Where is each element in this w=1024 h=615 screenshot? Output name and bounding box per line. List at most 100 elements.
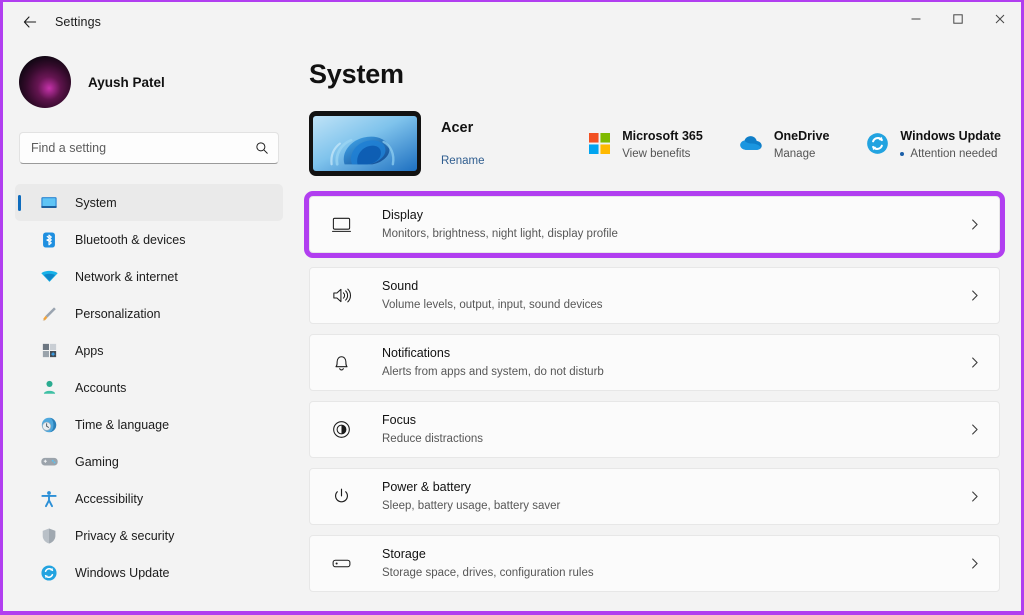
speaker-icon (327, 282, 355, 310)
chevron-right-icon (968, 356, 981, 369)
sidebar-item-network-internet[interactable]: Network & internet (15, 258, 283, 295)
close-icon (995, 14, 1005, 24)
chevron-right-icon (968, 490, 981, 503)
settings-row-power-battery[interactable]: Power & battery Sleep, battery usage, ba… (309, 468, 1000, 525)
settings-row-subtitle: Monitors, brightness, night light, displ… (382, 227, 618, 240)
search-box[interactable] (19, 132, 279, 164)
windows-bloom-wallpaper (313, 115, 417, 171)
chevron-right-icon (968, 423, 981, 436)
avatar (19, 56, 71, 108)
sidebar-item-gaming[interactable]: Gaming (15, 443, 283, 480)
settings-row-subtitle: Volume levels, output, input, sound devi… (382, 298, 603, 311)
sidebar-item-label: Gaming (75, 454, 119, 469)
onedrive-cloud-icon (739, 131, 763, 155)
service-text: Microsoft 365 View benefits (622, 127, 703, 160)
settings-row-title: Notifications (382, 346, 451, 360)
sidebar-item-label: Accessibility (75, 491, 144, 506)
settings-row-title: Sound (382, 279, 419, 293)
sidebar-item-label: Apps (75, 343, 104, 358)
bell-icon (327, 349, 355, 377)
sidebar-item-label: Personalization (75, 306, 161, 321)
storage-drive-icon (327, 550, 355, 578)
service-subtitle: Attention needed (900, 148, 1001, 160)
settings-row-text: Display Monitors, brightness, night ligh… (382, 208, 618, 241)
shield-icon (39, 526, 59, 546)
service-windows-update[interactable]: Windows Update Attention needed (865, 127, 1001, 160)
sidebar-item-windows-update[interactable]: Windows Update (15, 554, 283, 591)
title-bar: Settings (3, 2, 1021, 42)
sidebar-nav: System Bluetooth & devices Network & int… (3, 184, 295, 591)
chevron-right-icon (968, 289, 981, 302)
settings-row-focus[interactable]: Focus Reduce distractions (309, 401, 1000, 458)
sidebar-item-label: Privacy & security (75, 528, 175, 543)
back-button[interactable] (13, 7, 47, 37)
back-arrow-icon (23, 16, 37, 28)
maximize-button[interactable] (937, 2, 979, 36)
sidebar-item-privacy-security[interactable]: Privacy & security (15, 517, 283, 554)
caption-buttons (895, 2, 1021, 42)
paintbrush-icon (39, 304, 59, 324)
accessibility-icon (39, 489, 59, 509)
sidebar-item-label: Windows Update (75, 565, 170, 580)
bluetooth-icon (39, 230, 59, 250)
device-header: Acer Rename Microsoft 365 View benefits … (309, 107, 1021, 179)
settings-row-text: Focus Reduce distractions (382, 413, 483, 446)
sidebar-item-accounts[interactable]: Accounts (15, 369, 283, 406)
device-meta: Acer Rename (441, 120, 484, 167)
service-onedrive[interactable]: OneDrive Manage (739, 127, 830, 160)
settings-row-subtitle: Reduce distractions (382, 432, 483, 445)
person-icon (39, 378, 59, 398)
settings-row-sound[interactable]: Sound Volume levels, output, input, soun… (309, 267, 1000, 324)
microsoft-logo-icon (587, 131, 611, 155)
service-text: Windows Update Attention needed (900, 127, 1001, 160)
service-subtitle-text: Attention needed (910, 147, 998, 160)
settings-row-notifications[interactable]: Notifications Alerts from apps and syste… (309, 334, 1000, 391)
minimize-button[interactable] (895, 2, 937, 36)
settings-row-display[interactable]: Display Monitors, brightness, night ligh… (304, 191, 1005, 258)
service-title: OneDrive (773, 128, 830, 143)
maximize-icon (953, 14, 963, 24)
search-input[interactable] (31, 141, 248, 155)
service-subtitle: View benefits (622, 147, 691, 160)
close-button[interactable] (979, 2, 1021, 36)
settings-row-text: Notifications Alerts from apps and syste… (382, 346, 604, 379)
sidebar-item-personalization[interactable]: Personalization (15, 295, 283, 332)
settings-row-storage[interactable]: Storage Storage space, drives, configura… (309, 535, 1000, 592)
apps-grid-icon (39, 341, 59, 361)
service-text: OneDrive Manage (774, 127, 830, 160)
sidebar-item-apps[interactable]: Apps (15, 332, 283, 369)
minimize-icon (911, 18, 921, 20)
service-title: Microsoft 365 (622, 128, 703, 143)
profile-name: Ayush Patel (88, 74, 165, 90)
service-microsoft-365[interactable]: Microsoft 365 View benefits (587, 127, 703, 160)
settings-row-text: Power & battery Sleep, battery usage, ba… (382, 480, 560, 513)
device-thumbnail (309, 110, 421, 176)
rename-link[interactable]: Rename (441, 155, 484, 167)
sidebar-item-label: Network & internet (75, 269, 178, 284)
sidebar: Ayush Patel Find a setting System Blueto… (3, 42, 295, 611)
search-icon (255, 141, 269, 155)
sidebar-item-time-language[interactable]: Time & language (15, 406, 283, 443)
search-section (19, 132, 279, 164)
service-cards: Microsoft 365 View benefits OneDrive Man… (587, 127, 1021, 160)
chevron-right-icon (968, 218, 981, 231)
sidebar-item-label: Time & language (75, 417, 170, 432)
profile-section[interactable]: Ayush Patel (3, 48, 295, 110)
settings-window: Settings Ayush Patel Find a setting Syst… (0, 0, 1024, 615)
settings-row-title: Focus (382, 413, 417, 427)
sidebar-item-bluetooth-devices[interactable]: Bluetooth & devices (15, 221, 283, 258)
chevron-right-icon (968, 557, 981, 570)
main-content: System Acer Rename Microsoft 365 View be… (295, 42, 1021, 611)
settings-row-text: Sound Volume levels, output, input, soun… (382, 279, 603, 312)
update-sync-icon (39, 563, 59, 583)
monitor-outline-icon (327, 211, 355, 239)
sidebar-item-system[interactable]: System (15, 184, 283, 221)
service-subtitle: Manage (773, 147, 816, 160)
sidebar-item-accessibility[interactable]: Accessibility (15, 480, 283, 517)
settings-row-subtitle: Alerts from apps and system, do not dist… (382, 365, 604, 378)
settings-list: Display Monitors, brightness, night ligh… (304, 191, 1021, 592)
sidebar-item-label: System (75, 195, 117, 210)
settings-row-title: Storage (382, 547, 426, 561)
settings-row-title: Power & battery (382, 480, 471, 494)
settings-row-title: Display (382, 208, 423, 222)
